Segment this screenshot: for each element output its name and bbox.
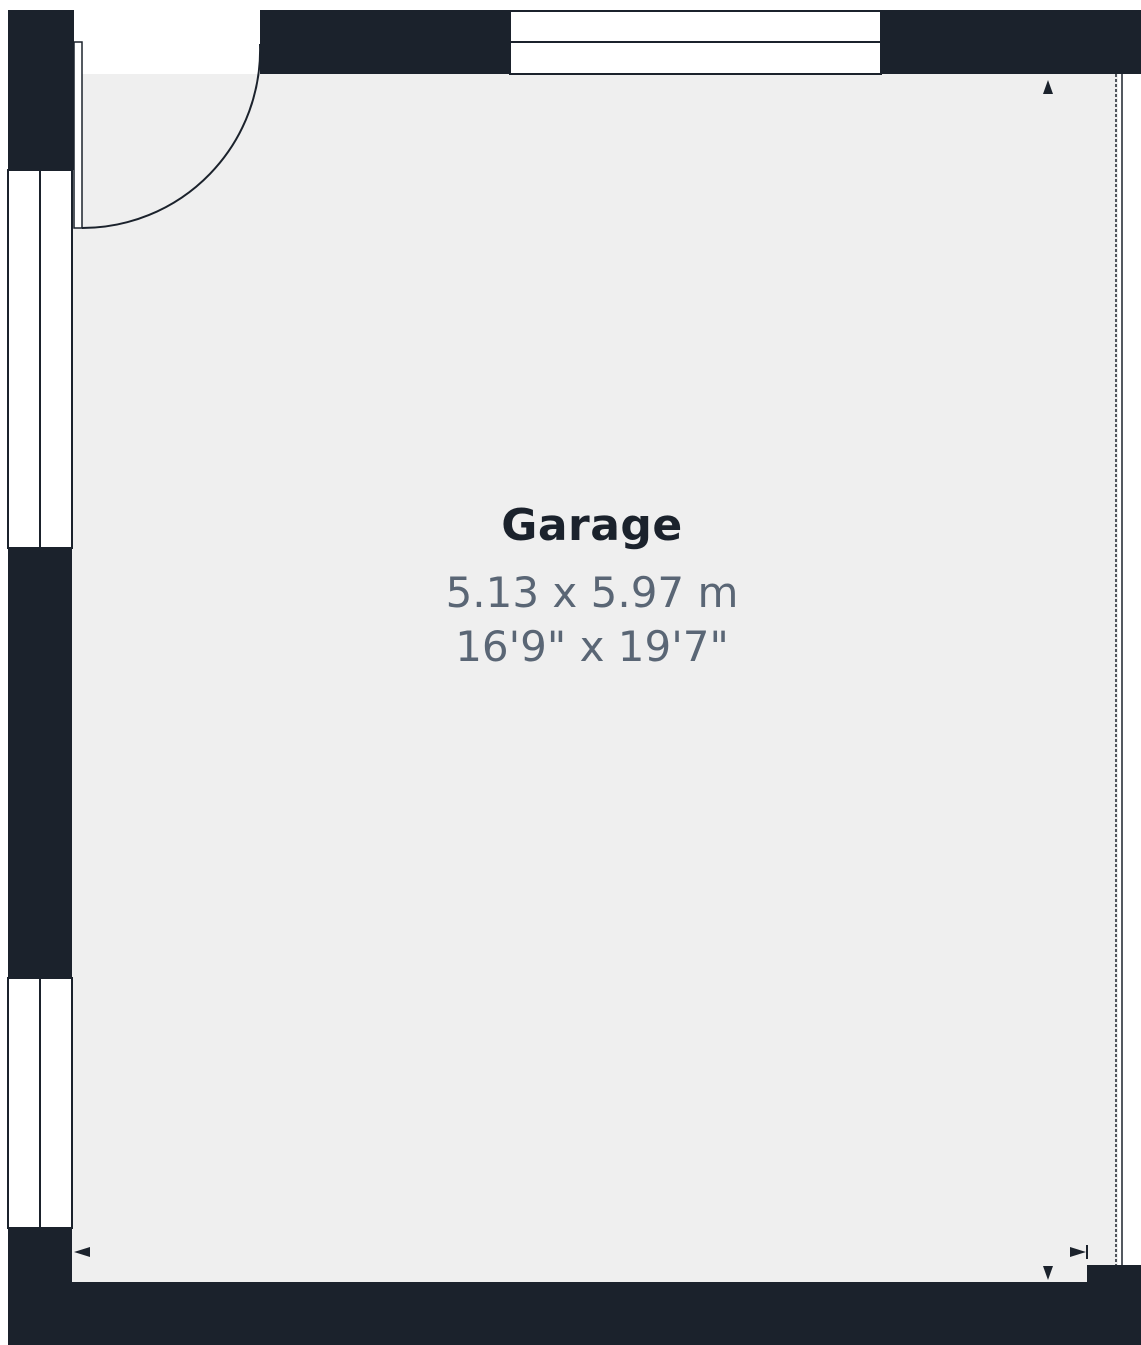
window-left-upper (7, 169, 73, 549)
room-dimensions-imperial: 16'9" x 19'7" (455, 622, 729, 671)
wall-left-middle (8, 548, 72, 978)
floor-plan (7, 10, 1141, 1345)
window-top (509, 10, 882, 75)
room-dimensions-metric: 5.13 x 5.97 m (445, 568, 739, 617)
garage-floor (72, 74, 1118, 1282)
wall-top-right (881, 10, 1141, 74)
wall-left-top (8, 10, 74, 170)
room-name: Garage (501, 500, 683, 551)
wall-top-left (260, 10, 510, 74)
window-left-lower (7, 977, 73, 1229)
wall-bottom-right-stub (1087, 1265, 1141, 1285)
wall-bottom (8, 1282, 1141, 1345)
